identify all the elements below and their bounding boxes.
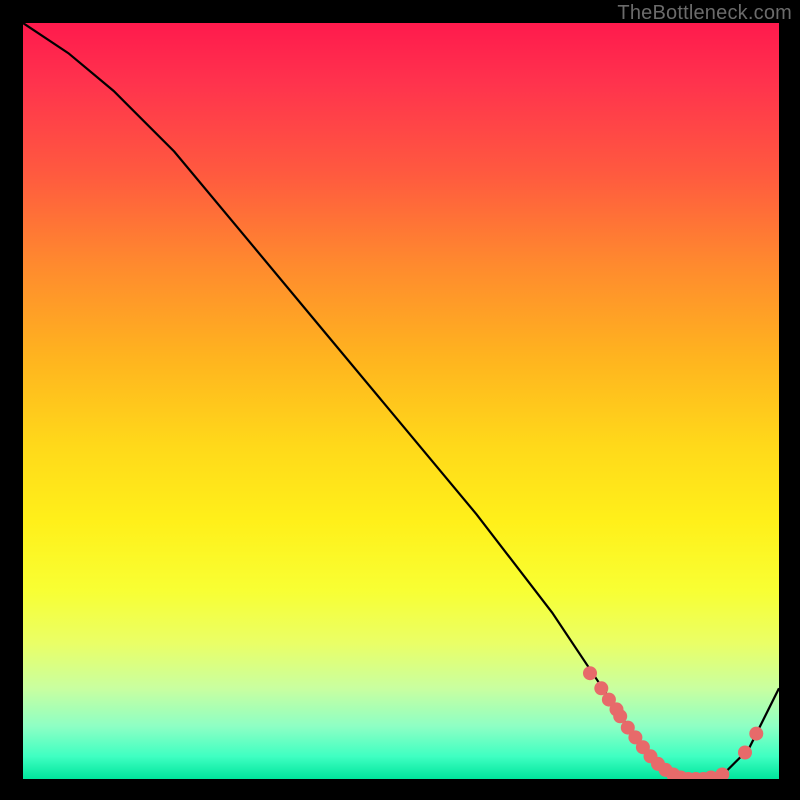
chart-overlay: [23, 23, 779, 779]
marker-dot: [749, 727, 763, 741]
watermark-text: TheBottleneck.com: [617, 2, 792, 25]
marker-dot: [583, 666, 597, 680]
chart-frame: [23, 23, 779, 779]
marker-dot: [738, 746, 752, 760]
curve-line: [23, 23, 779, 779]
